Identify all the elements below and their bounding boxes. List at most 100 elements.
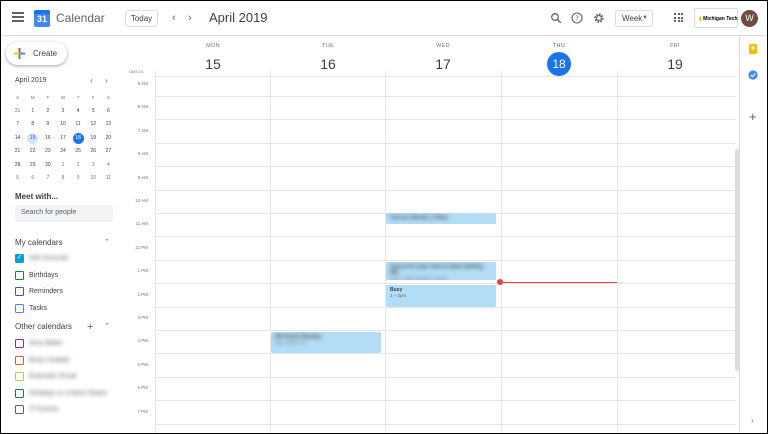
next-week-icon[interactable]: › xyxy=(188,11,192,25)
calendar-event[interactable]: Telecom Weekly, 3:30am xyxy=(386,212,496,224)
colorful-plus-icon xyxy=(14,48,25,59)
mini-day[interactable]: 23 xyxy=(40,146,55,160)
mini-day[interactable]: 8 xyxy=(25,119,40,133)
mini-day[interactable]: 7 xyxy=(40,173,55,187)
add-calendar-plus-icon[interactable]: + xyxy=(87,322,93,333)
mini-day[interactable]: 7 xyxy=(10,119,25,133)
mini-day[interactable]: 3 xyxy=(86,160,101,174)
settings-gear-icon[interactable] xyxy=(593,12,605,24)
hour-label: 5 PM xyxy=(137,361,148,367)
mini-day[interactable]: 11 xyxy=(71,119,86,133)
calendar-label: Amy Bilder xyxy=(29,340,63,347)
chevron-up-icon[interactable]: ⌃ xyxy=(104,322,110,330)
organization-logo: ▮ Michigan Tech xyxy=(694,8,738,28)
day-header[interactable]: FRI 19 xyxy=(617,36,733,76)
view-selector[interactable]: Week ▼ xyxy=(615,10,653,27)
calendar-event[interactable]: Busy 1 – 2pm xyxy=(386,285,496,307)
mini-day[interactable]: 1 xyxy=(25,106,40,120)
mini-day[interactable]: 18 xyxy=(71,132,86,147)
today-button[interactable]: Today xyxy=(125,10,158,27)
mini-day[interactable]: 12 xyxy=(86,119,101,133)
mini-day[interactable]: 30 xyxy=(40,160,55,174)
create-button-label: Create xyxy=(33,49,58,58)
account-avatar[interactable]: W xyxy=(741,10,758,27)
mini-day[interactable]: 28 xyxy=(10,160,25,174)
mini-weekday-head: T xyxy=(76,95,80,100)
keep-notes-icon[interactable] xyxy=(748,44,758,54)
mini-day-number: 27 xyxy=(105,148,112,154)
mini-day[interactable]: 15 xyxy=(25,132,40,147)
mini-prev-month-icon[interactable]: ‹ xyxy=(90,76,93,85)
mini-day[interactable]: 26 xyxy=(86,146,101,160)
day-number[interactable]: 18 xyxy=(547,52,571,76)
mini-day[interactable]: 5 xyxy=(10,173,25,187)
hour-divider xyxy=(155,189,736,191)
mini-day[interactable]: 1 xyxy=(55,160,70,174)
mini-day[interactable]: 10 xyxy=(55,119,70,133)
checkbox[interactable] xyxy=(15,287,24,296)
mini-day[interactable]: 6 xyxy=(25,173,40,187)
mini-day[interactable]: 2 xyxy=(40,106,55,120)
checkbox[interactable] xyxy=(15,270,24,280)
checkbox[interactable] xyxy=(15,405,24,414)
other-calendars-title[interactable]: Other calendars xyxy=(15,322,72,331)
mini-day[interactable]: 17 xyxy=(55,133,70,147)
google-apps-icon[interactable] xyxy=(674,13,683,22)
day-header[interactable]: TUE 16 xyxy=(270,36,386,76)
checkbox[interactable] xyxy=(15,355,24,365)
mini-day[interactable]: 14 xyxy=(10,133,25,147)
show-side-panel-chevron-icon[interactable]: › xyxy=(751,416,754,425)
mini-day[interactable]: 25 xyxy=(71,146,86,160)
day-number[interactable]: 19 xyxy=(663,52,687,76)
day-number[interactable]: 16 xyxy=(316,52,340,76)
mini-day[interactable]: 8 xyxy=(55,173,70,187)
mini-day[interactable]: 21 xyxy=(10,146,25,160)
mini-day-number: 4 xyxy=(76,107,80,114)
checkbox[interactable] xyxy=(15,339,24,348)
day-header[interactable]: MON 15 xyxy=(155,36,271,76)
mini-day[interactable]: 6 xyxy=(101,106,116,120)
help-icon[interactable]: ? xyxy=(571,12,583,24)
hour-label: 12 PM xyxy=(134,244,148,250)
mini-day[interactable]: 16 xyxy=(40,133,55,147)
search-people-input[interactable]: Search for people xyxy=(15,205,113,222)
mini-day[interactable]: 3 xyxy=(55,106,70,120)
calendar-event[interactable]: Scared At Large: Boot to Bean Stuffing, … xyxy=(386,261,496,280)
day-header[interactable]: WED 17 xyxy=(385,36,501,76)
mini-day[interactable]: 20 xyxy=(101,133,116,147)
create-button[interactable]: Create xyxy=(6,42,67,65)
mini-day[interactable]: 4 xyxy=(71,106,86,120)
day-number[interactable]: 15 xyxy=(201,52,225,76)
chevron-up-icon[interactable]: ⌃ xyxy=(104,238,110,246)
hour-divider xyxy=(155,166,736,168)
mini-day[interactable]: 27 xyxy=(101,146,116,160)
mini-next-month-icon[interactable]: › xyxy=(105,76,108,85)
mini-day[interactable]: 24 xyxy=(55,146,70,160)
mini-day[interactable]: 11 xyxy=(101,173,116,187)
mini-day[interactable]: 9 xyxy=(40,119,55,133)
calendar-event[interactable]: Will Rudes Meeting 3pm, EERC 227 xyxy=(271,332,381,354)
mini-day[interactable]: 10 xyxy=(86,173,101,187)
mini-day[interactable]: 4 xyxy=(101,160,116,174)
checkbox[interactable] xyxy=(15,388,24,398)
mini-day[interactable]: 29 xyxy=(25,160,40,174)
mini-day[interactable]: 2 xyxy=(71,160,86,174)
checkbox-checked[interactable]: ✓ xyxy=(15,254,24,263)
mini-day[interactable]: 19 xyxy=(86,133,101,147)
my-calendars-title[interactable]: My calendars xyxy=(15,238,63,247)
search-icon[interactable] xyxy=(550,12,562,24)
mini-day[interactable]: 5 xyxy=(86,106,101,120)
checkbox[interactable] xyxy=(15,303,24,313)
mini-day[interactable]: 31 xyxy=(10,106,25,120)
get-addons-plus-icon[interactable]: + xyxy=(749,110,757,123)
day-number[interactable]: 17 xyxy=(431,52,455,76)
previous-week-icon[interactable]: ‹ xyxy=(172,11,176,25)
hour-divider xyxy=(155,142,736,144)
tasks-icon[interactable] xyxy=(748,70,758,80)
mini-day[interactable]: 22 xyxy=(25,146,40,160)
checkbox[interactable] xyxy=(15,372,24,381)
mini-day[interactable]: 9 xyxy=(71,173,86,187)
mini-day[interactable]: 13 xyxy=(101,119,116,133)
day-header[interactable]: THU 18 xyxy=(501,36,617,76)
main-menu-icon[interactable] xyxy=(12,12,24,22)
